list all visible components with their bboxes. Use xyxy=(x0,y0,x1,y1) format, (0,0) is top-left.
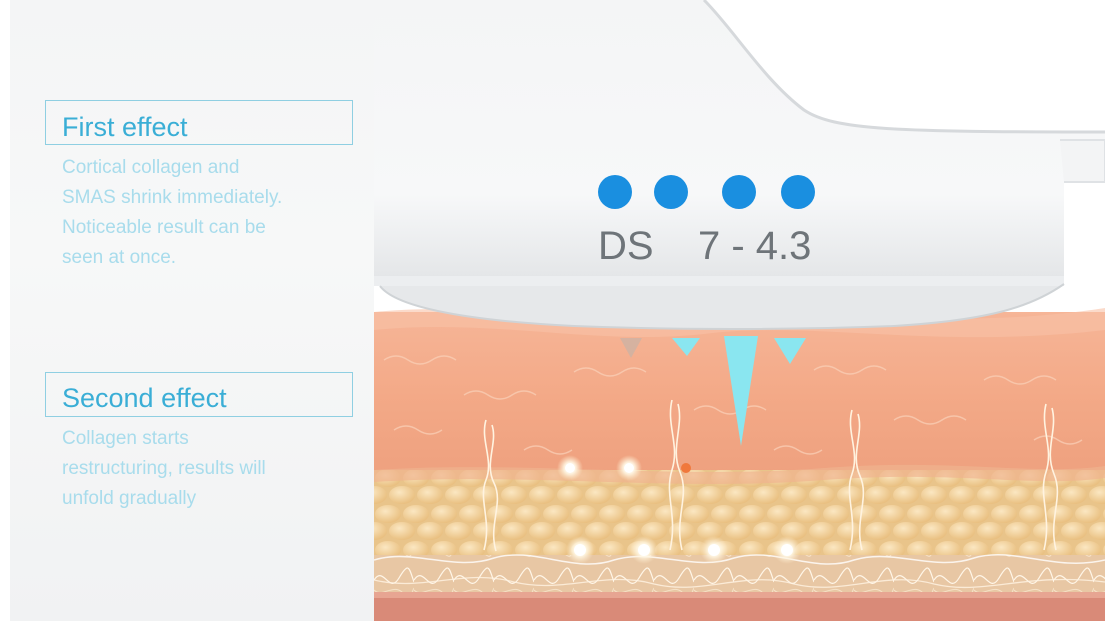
indicator-dot xyxy=(598,175,632,209)
illustration-svg: DS 7 - 4.3 xyxy=(374,0,1105,621)
first-effect-title: First effect xyxy=(62,112,188,142)
smas-fiber-layer xyxy=(374,554,1105,593)
indicator-dot xyxy=(654,175,688,209)
slide: First effect Cortical collagen and SMAS … xyxy=(0,0,1105,621)
indicator-dot xyxy=(781,175,815,209)
muscle-layer xyxy=(374,592,1105,621)
info-panel xyxy=(10,0,374,621)
first-effect-description: Cortical collagen and SMAS shrink immedi… xyxy=(62,157,283,268)
indicator-dot xyxy=(722,175,756,209)
hifu-cartridge xyxy=(374,0,1105,330)
second-effect-description: Collagen starts restructuring, results w… xyxy=(62,428,266,509)
cartridge-type-label: DS xyxy=(598,224,654,268)
second-effect-title: Second effect xyxy=(62,383,227,413)
cartridge-depth-label: 7 - 4.3 xyxy=(698,224,811,268)
skin-cross-section-illustration: DS 7 - 4.3 xyxy=(374,0,1105,621)
fat-layer xyxy=(374,464,1105,560)
